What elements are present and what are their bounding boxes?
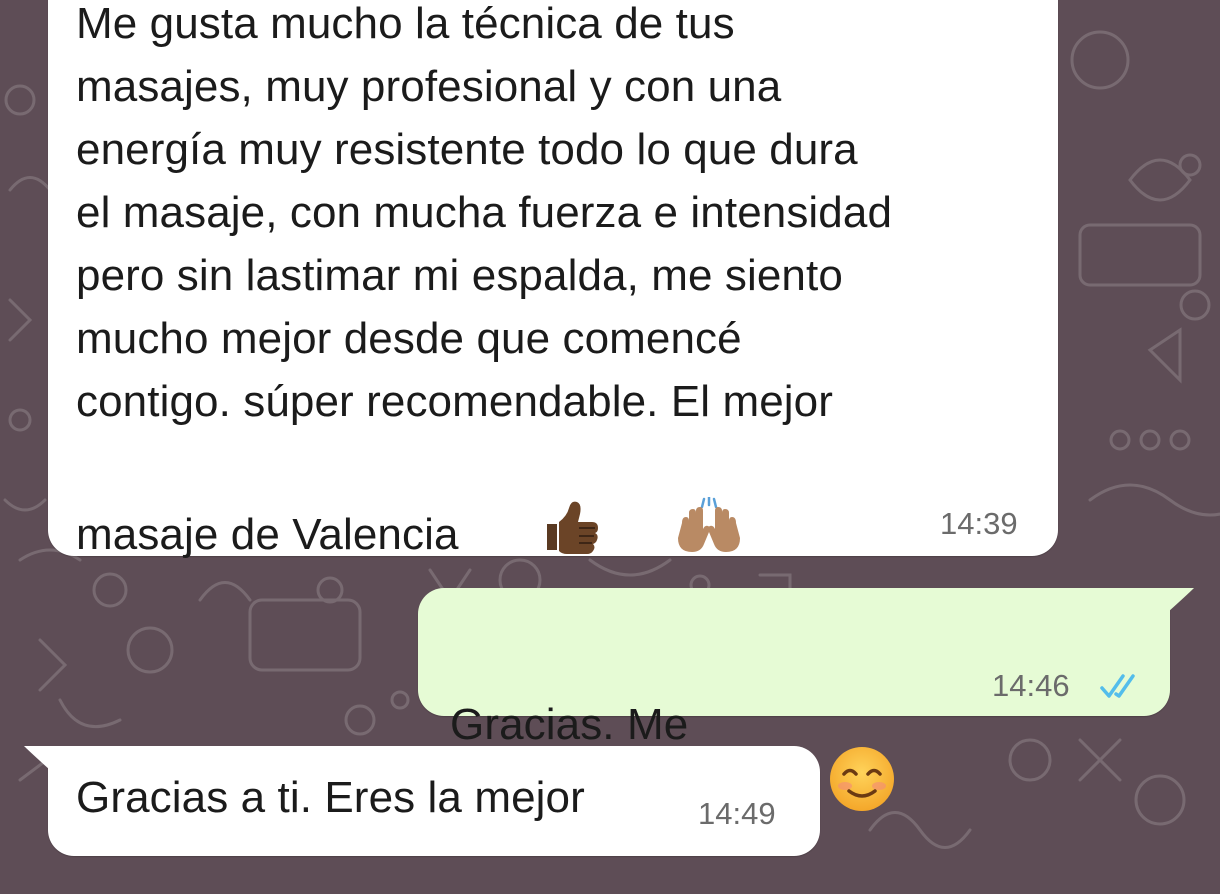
outgoing-bubble-tail <box>1168 588 1194 612</box>
message-timestamp: 14:49 <box>698 796 776 831</box>
incoming-message-bubble[interactable]: Gracias a ti. Eres la mejor 14:49 <box>48 746 820 856</box>
incoming-bubble-tail <box>24 746 50 770</box>
message-timestamp: 14:46 <box>992 668 1070 703</box>
outgoing-message-bubble[interactable]: Gracias. Me alegro 14:46 <box>418 588 1170 812</box>
incoming-message-bubble[interactable]: Me gusta mucho la técnica de tus masajes… <box>48 0 1058 559</box>
message-text: Me gusta mucho la técnica de tus masajes… <box>76 0 893 426</box>
read-receipt-icon <box>1100 674 1142 705</box>
message-text: Gracias a ti. Eres la mejor <box>76 773 585 822</box>
smiling-face-icon <box>827 618 970 894</box>
message-timestamp: 14:39 <box>940 506 1018 541</box>
